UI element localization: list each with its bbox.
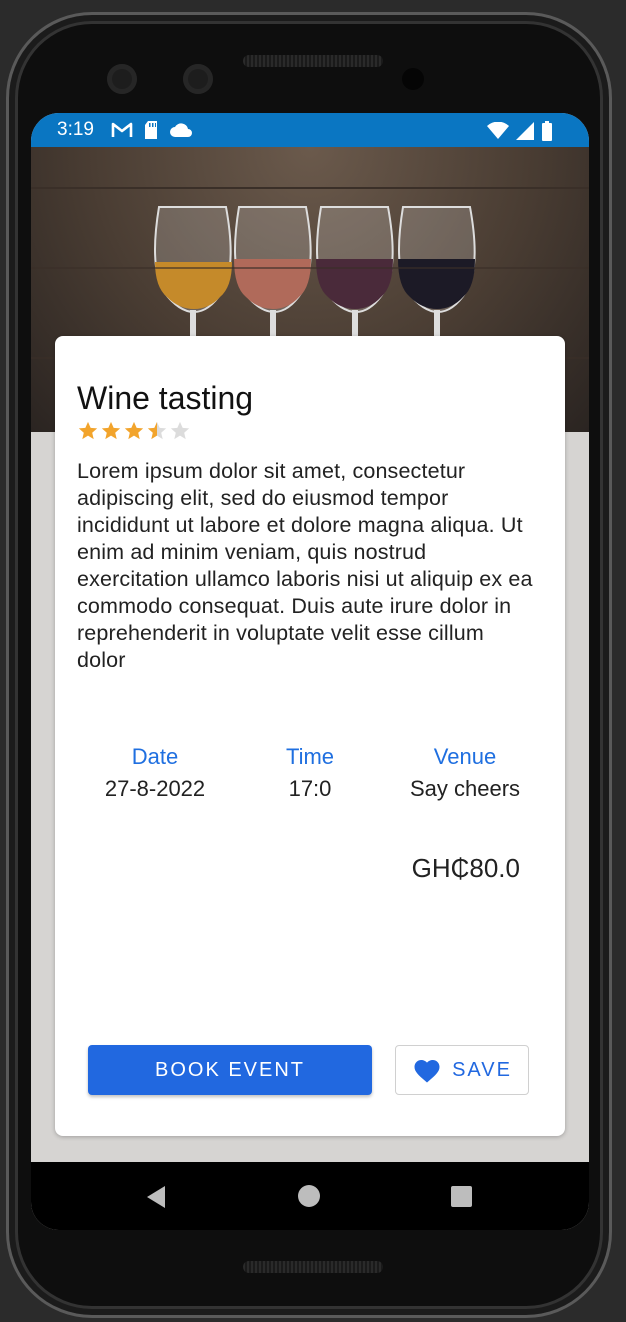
venue-value: Say cheers	[409, 776, 521, 801]
event-description: Lorem ipsum dolor sit amet, consectetur …	[77, 459, 533, 672]
bottom-speaker	[243, 1261, 383, 1273]
battery-icon	[542, 121, 552, 141]
recents-icon[interactable]	[451, 1186, 472, 1207]
star-empty-icon	[170, 421, 190, 440]
date-label: Date	[131, 744, 179, 769]
save-button[interactable]: SAVE	[395, 1045, 529, 1095]
star-filled-icon	[78, 421, 98, 440]
venue-info: Venue Say cheers	[385, 744, 545, 802]
back-icon[interactable]	[145, 1185, 167, 1209]
event-title: Wine tasting	[77, 380, 254, 416]
star-filled-icon	[101, 421, 121, 440]
star-filled-icon	[124, 421, 144, 440]
proximity-sensor	[402, 68, 424, 90]
earpiece-speaker	[243, 55, 383, 67]
sd-card-icon	[145, 121, 157, 139]
date-info: Date 27-8-2022	[75, 744, 235, 802]
book-event-button[interactable]: BOOK EVENT	[88, 1045, 372, 1095]
heart-icon	[414, 1060, 440, 1083]
venue-label: Venue	[433, 744, 497, 769]
gmail-icon	[111, 122, 133, 137]
cloud-icon	[170, 123, 192, 137]
time-value: 17:0	[288, 776, 332, 801]
event-price: GH₵80.0	[411, 853, 520, 883]
system-icons	[487, 121, 553, 141]
star-half-icon	[147, 421, 167, 440]
star-rating	[77, 420, 191, 442]
wifi-icon	[487, 122, 509, 139]
front-camera	[107, 64, 137, 94]
book-event-label: BOOK EVENT	[154, 1058, 306, 1081]
app-screen: 3:19 Wine tasting Lorem ipsum dolor sit …	[31, 113, 589, 1230]
status-time: 3:19	[57, 119, 94, 140]
navigation-bar	[31, 1162, 589, 1230]
barrel-stave-line	[31, 267, 589, 269]
signal-icon	[516, 122, 534, 140]
time-label: Time	[285, 744, 335, 769]
time-info: Time 17:0	[230, 744, 390, 802]
barrel-stave-line	[31, 187, 589, 189]
home-icon[interactable]	[298, 1185, 320, 1207]
date-value: 27-8-2022	[104, 776, 206, 801]
event-details-card: Wine tasting Lorem ipsum dolor sit amet,…	[55, 336, 565, 1136]
status-bar: 3:19	[31, 113, 589, 147]
notification-icons	[111, 120, 193, 140]
save-label: SAVE	[452, 1058, 512, 1081]
front-camera-secondary	[183, 64, 213, 94]
